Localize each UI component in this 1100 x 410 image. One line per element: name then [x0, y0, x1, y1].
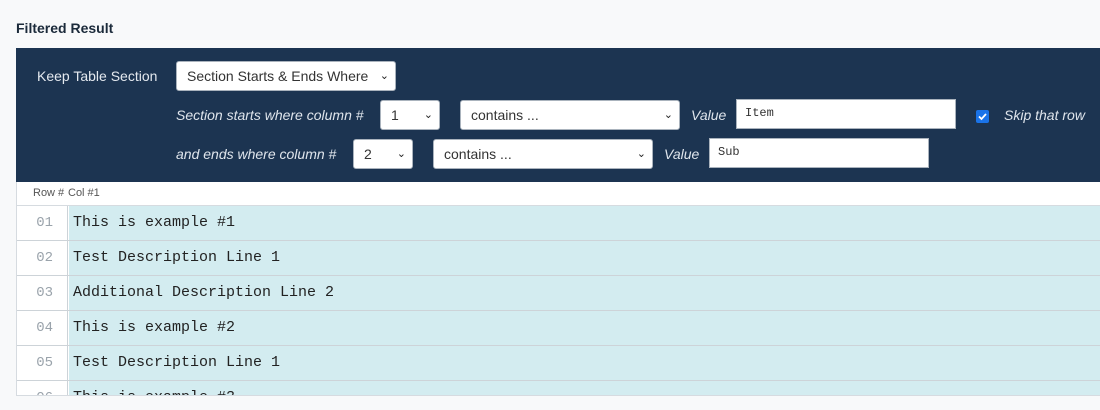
table-row[interactable]: 03 Additional Description Line 2	[17, 276, 1100, 311]
start-value-input[interactable]: Item	[736, 99, 956, 129]
row-cell: Test Description Line 1	[69, 346, 1100, 380]
start-column-select[interactable]: 1 ⌄	[380, 100, 440, 130]
keep-mode-value: Section Starts & Ends Where	[187, 68, 369, 84]
keep-table-section-label: Keep Table Section	[37, 68, 158, 84]
chevron-down-icon: ⌄	[663, 109, 673, 121]
row-number: 01	[17, 206, 68, 240]
end-value-input[interactable]: Sub	[709, 138, 929, 168]
end-operator-value: contains ...	[444, 146, 512, 162]
row-cell: Test Description Line 1	[69, 241, 1100, 275]
start-column-label: Section starts where column #	[176, 107, 364, 123]
row-cell: Additional Description Line 2	[69, 276, 1100, 310]
row-number: 05	[17, 346, 68, 380]
end-value-label: Value	[664, 146, 700, 162]
chevron-down-icon: ⌄	[379, 70, 389, 82]
chevron-down-icon: ⌄	[423, 109, 433, 121]
row-number: 06	[17, 381, 68, 395]
end-column-select[interactable]: 2 ⌄	[353, 139, 413, 169]
chevron-down-icon: ⌄	[636, 148, 646, 160]
column-1-header: Col #1	[68, 187, 100, 199]
end-column-value: 2	[364, 146, 372, 162]
row-cell: This is example #1	[69, 206, 1100, 240]
start-operator-select[interactable]: contains ... ⌄	[460, 100, 680, 130]
row-cell: This is example #2	[69, 311, 1100, 345]
chevron-down-icon: ⌄	[396, 148, 406, 160]
start-column-value: 1	[391, 107, 399, 123]
table-row[interactable]: 02 Test Description Line 1	[17, 241, 1100, 276]
filter-panel: Keep Table Section Section Starts & Ends…	[16, 48, 1100, 182]
row-number: 03	[17, 276, 68, 310]
checkmark-icon	[978, 113, 987, 121]
table-row[interactable]: 05 Test Description Line 1	[17, 346, 1100, 381]
row-cell: This is example #3	[69, 381, 1100, 395]
skip-row-checkbox[interactable]	[976, 110, 989, 123]
table-row[interactable]: 01 This is example #1	[17, 206, 1100, 241]
section-title: Filtered Result	[16, 20, 114, 36]
table-row[interactable]: 04 This is example #2	[17, 311, 1100, 346]
row-number-header: Row #	[33, 187, 65, 199]
start-operator-value: contains ...	[471, 107, 539, 123]
table-header: Row # Col #1	[17, 182, 1100, 206]
table-row[interactable]: 06 This is example #3	[17, 381, 1100, 395]
start-value-label: Value	[691, 107, 727, 123]
end-column-label: and ends where column #	[176, 146, 337, 162]
end-operator-select[interactable]: contains ... ⌄	[433, 139, 653, 169]
row-number: 02	[17, 241, 68, 275]
skip-row-label: Skip that row	[1004, 107, 1085, 123]
result-table: Row # Col #1 01 This is example #1 02 Te…	[16, 182, 1100, 396]
keep-mode-select[interactable]: Section Starts & Ends Where ⌄	[176, 61, 396, 91]
row-number: 04	[17, 311, 68, 345]
